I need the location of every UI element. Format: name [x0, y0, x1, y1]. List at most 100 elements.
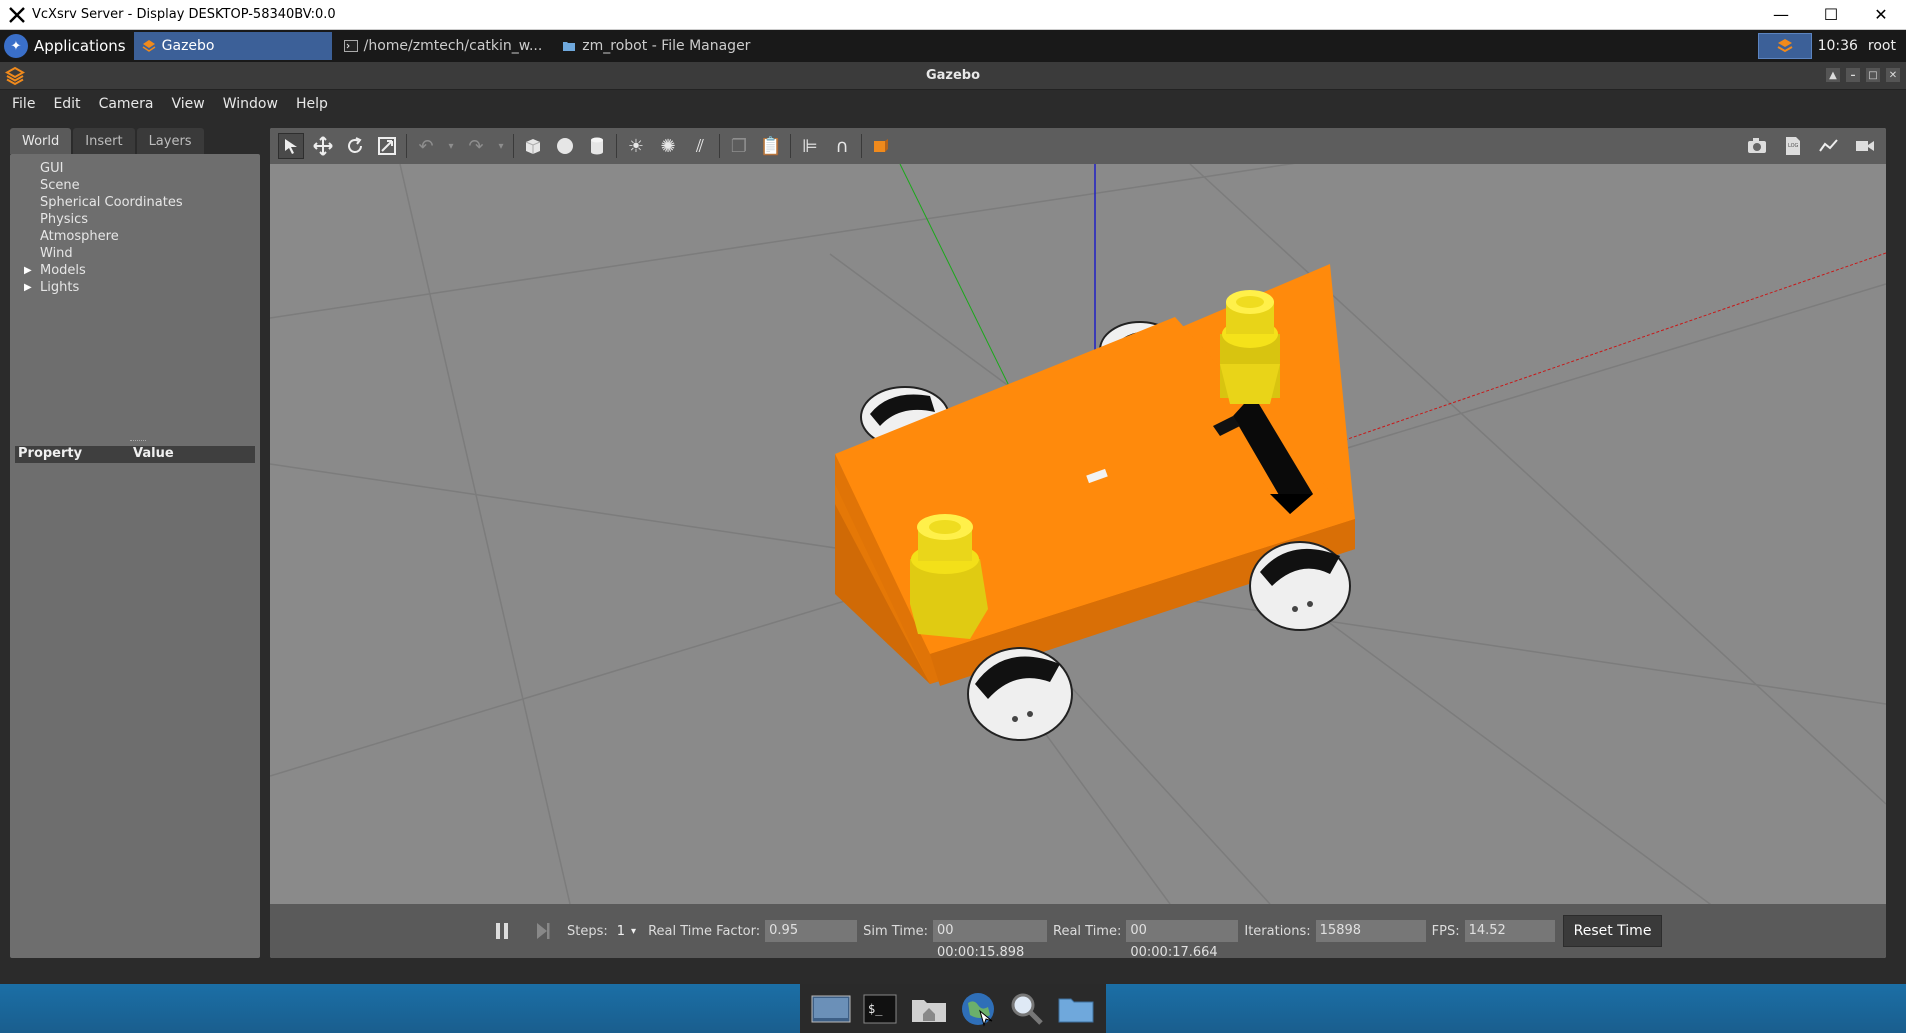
left-panel: World Insert Layers GUI Scene Spherical …: [10, 128, 260, 958]
task-terminal[interactable]: /home/zmtech/catkin_w...: [336, 32, 551, 60]
tree-item-label: Physics: [40, 212, 89, 227]
task-label: zm_robot - File Manager: [582, 38, 751, 54]
rotate-mode-icon[interactable]: [342, 133, 368, 159]
paste-icon[interactable]: 📋: [758, 133, 784, 159]
steps-value[interactable]: 1: [617, 924, 625, 939]
wheel-front-left: [967, 647, 1073, 741]
render-viewport[interactable]: ↶ ▾ ↷ ▾ ☀ ✺ ⫽ ❐ 📋 ⊫ ∩ LOG Steps: 1 ▾ Rea…: [270, 128, 1886, 958]
tree-item-label: Lights: [40, 280, 80, 295]
video-record-icon[interactable]: [1852, 133, 1878, 159]
gazebo-main-area: World Insert Layers GUI Scene Spherical …: [0, 118, 1906, 984]
menu-file[interactable]: File: [12, 96, 35, 112]
menu-window[interactable]: Window: [223, 96, 278, 112]
plot-icon[interactable]: [1816, 133, 1842, 159]
align-icon[interactable]: ⊫: [797, 133, 823, 159]
task-gazebo[interactable]: Gazebo: [133, 32, 332, 60]
close-button[interactable]: ✕: [1856, 0, 1906, 29]
scale-mode-icon[interactable]: [374, 133, 400, 159]
sphere-shape-icon[interactable]: [552, 133, 578, 159]
gazebo-logo-icon: [4, 66, 26, 86]
view-angle-icon[interactable]: [868, 133, 894, 159]
svg-text:LOG: LOG: [1788, 143, 1799, 149]
tree-item-atmosphere[interactable]: Atmosphere: [10, 228, 260, 245]
desktop-panel: ✦ Applications Gazebo /home/zmtech/catki…: [0, 30, 1906, 62]
terminal-dock-icon[interactable]: $_: [859, 989, 901, 1029]
tree-item-label: Spherical Coordinates: [40, 195, 183, 210]
scene-canvas[interactable]: [270, 128, 1886, 958]
gazebo-task-icon: [142, 39, 156, 53]
folder-dock-icon[interactable]: [1055, 989, 1097, 1029]
web-browser-dock-icon[interactable]: [957, 989, 999, 1029]
menu-edit[interactable]: Edit: [53, 96, 80, 112]
copy-icon[interactable]: ❐: [726, 133, 752, 159]
applications-menu[interactable]: ✦ Applications: [0, 30, 134, 62]
redo-icon[interactable]: ↷: [463, 133, 489, 159]
task-label: /home/zmtech/catkin_w...: [363, 38, 543, 54]
steps-label: Steps:: [567, 923, 608, 939]
menu-help[interactable]: Help: [296, 96, 328, 112]
tree-item-gui[interactable]: GUI: [10, 160, 260, 177]
undo-icon[interactable]: ↶: [413, 133, 439, 159]
select-mode-icon[interactable]: [278, 133, 304, 159]
user-label[interactable]: root: [1868, 38, 1896, 54]
tab-insert[interactable]: Insert: [73, 128, 135, 154]
applications-label: Applications: [34, 37, 126, 55]
minimize-button[interactable]: —: [1756, 0, 1806, 29]
translate-mode-icon[interactable]: [310, 133, 336, 159]
tab-layers[interactable]: Layers: [136, 128, 204, 154]
task-file-manager[interactable]: zm_robot - File Manager: [554, 32, 758, 60]
cylinder-shape-icon[interactable]: [584, 133, 610, 159]
box-shape-icon[interactable]: [520, 133, 546, 159]
gazebo-maximize-button[interactable]: □: [1866, 68, 1880, 82]
tree-item-lights[interactable]: ▶ Lights: [10, 279, 260, 296]
scene-3d-view[interactable]: [270, 128, 1886, 958]
pause-button[interactable]: [495, 922, 523, 940]
maximize-button[interactable]: ☐: [1806, 0, 1856, 29]
tree-item-label: Scene: [40, 178, 80, 193]
bottom-dock: $_: [0, 984, 1906, 1033]
clock[interactable]: 10:36: [1818, 38, 1858, 54]
tree-item-scene[interactable]: Scene: [10, 177, 260, 194]
menu-bar: File Edit Camera View Window Help: [0, 90, 1906, 118]
log-record-icon[interactable]: LOG: [1780, 133, 1806, 159]
gazebo-shade-button[interactable]: ▲: [1826, 68, 1840, 82]
tree-item-label: Wind: [40, 246, 73, 261]
fps-value: 14.52: [1464, 920, 1555, 942]
point-light-icon[interactable]: ☀: [623, 133, 649, 159]
tree-item-spherical-coordinates[interactable]: Spherical Coordinates: [10, 194, 260, 211]
redo-dropdown-icon[interactable]: ▾: [495, 133, 507, 159]
task-label: Gazebo: [161, 38, 215, 54]
panel-splitter-handle[interactable]: [130, 440, 146, 442]
simulation-control-bar: Steps: 1 ▾ Real Time Factor: 0.95 Sim Ti…: [270, 904, 1886, 958]
steps-dropdown-icon[interactable]: ▾: [631, 926, 636, 937]
gazebo-close-button[interactable]: ✕: [1886, 68, 1900, 82]
tree-item-wind[interactable]: Wind: [10, 245, 260, 262]
expand-arrow-icon[interactable]: ▶: [24, 279, 32, 296]
tree-item-physics[interactable]: Physics: [10, 211, 260, 228]
search-dock-icon[interactable]: [1006, 989, 1048, 1029]
gazebo-title: Gazebo: [925, 68, 981, 83]
directional-light-icon[interactable]: ⫽: [687, 133, 713, 159]
lidar-back-right: [1220, 290, 1280, 404]
tree-item-models[interactable]: ▶ Models: [10, 262, 260, 279]
undo-dropdown-icon[interactable]: ▾: [445, 133, 457, 159]
reset-time-button[interactable]: Reset Time: [1562, 915, 1663, 947]
expand-arrow-icon[interactable]: ▶: [24, 262, 32, 279]
tray-gazebo-icon[interactable]: [1757, 33, 1812, 59]
folder-task-icon: [562, 39, 576, 53]
spot-light-icon[interactable]: ✺: [655, 133, 681, 159]
home-folder-dock-icon[interactable]: [908, 989, 950, 1029]
menu-camera[interactable]: Camera: [99, 96, 154, 112]
step-button[interactable]: [535, 922, 565, 940]
screenshot-camera-icon[interactable]: [1744, 133, 1770, 159]
fps-label: FPS:: [1431, 923, 1460, 939]
menu-view[interactable]: View: [172, 96, 205, 112]
show-desktop-icon[interactable]: [810, 989, 852, 1029]
tab-world[interactable]: World: [10, 128, 72, 154]
wheel-front-right: [1249, 541, 1351, 631]
gazebo-minimize-button[interactable]: –: [1846, 68, 1860, 82]
world-tree: GUI Scene Spherical Coordinates Physics …: [10, 154, 260, 958]
real-time-label: Real Time:: [1053, 923, 1122, 939]
snap-icon[interactable]: ∩: [829, 133, 855, 159]
value-column-header: Value: [133, 446, 174, 461]
